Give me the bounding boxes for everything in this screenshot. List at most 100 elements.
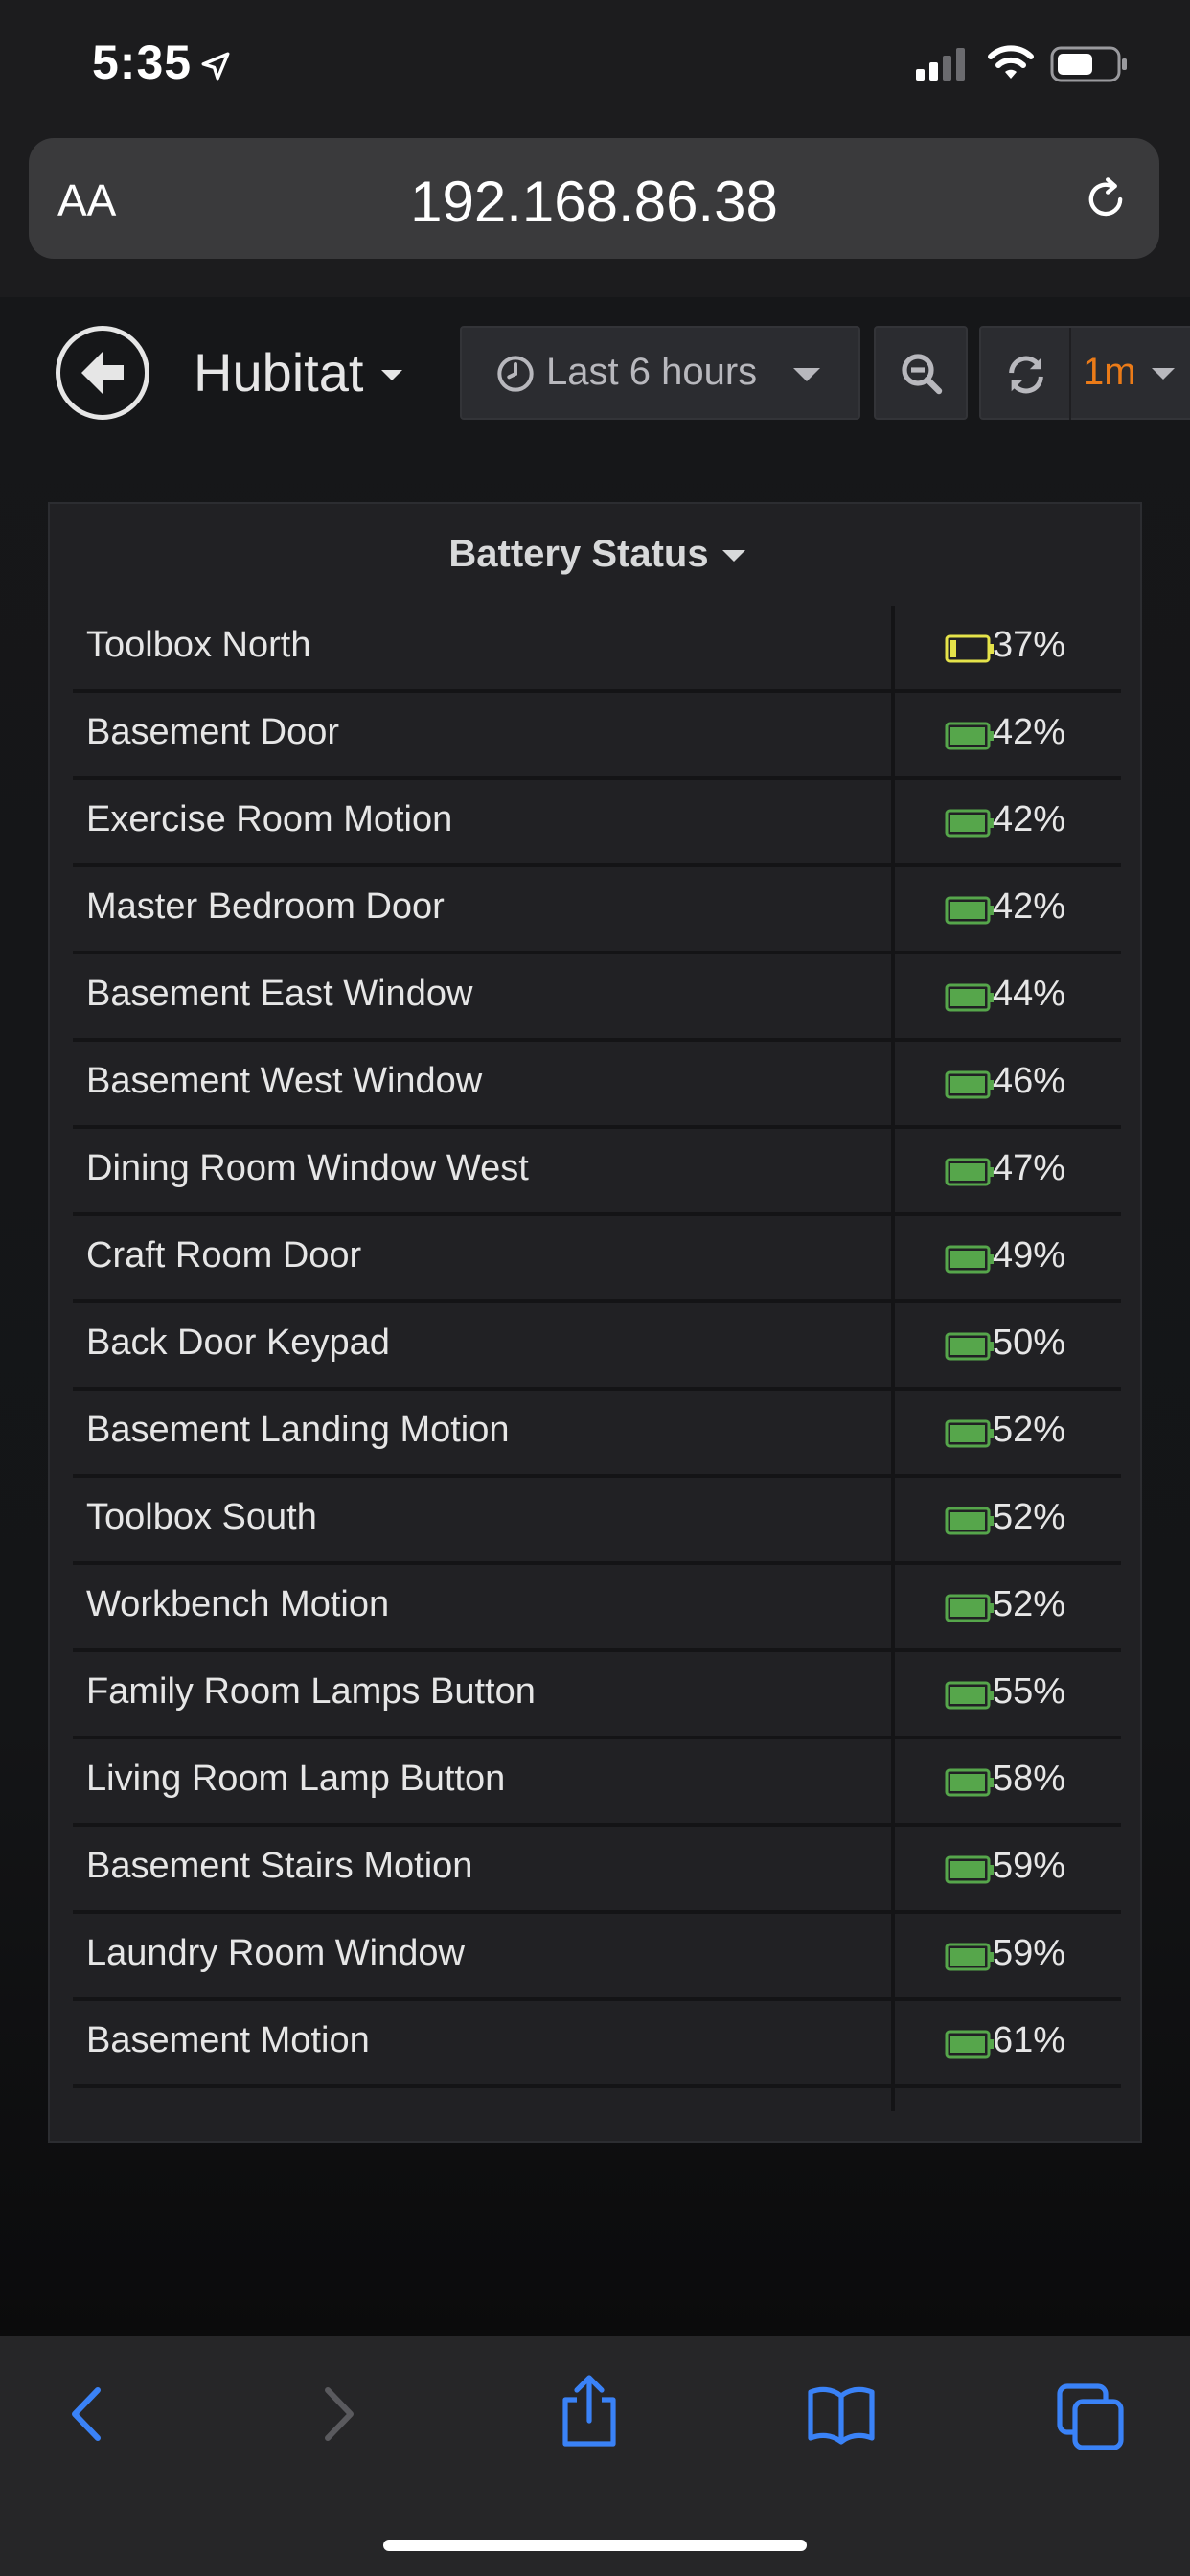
column-divider [891,1739,895,1823]
battery-icon [945,1855,994,1884]
browser-toolbar [0,2336,1190,2576]
clock-time: 5:35 [92,34,232,90]
chevron-down-icon[interactable] [1152,368,1175,380]
battery-icon [945,1594,994,1622]
battery-percent: 58% [993,1759,1066,1799]
battery-icon [945,896,994,925]
bookmarks-icon[interactable] [805,2382,878,2446]
column-divider [891,1129,895,1212]
arrow-left-icon [81,352,124,394]
device-name: Toolbox South [86,1497,317,1537]
battery-percent: 49% [993,1235,1066,1276]
device-name: Laundry Room Window [86,1933,465,1973]
device-battery-icon [1050,46,1127,82]
refresh-interval[interactable]: 1m [1083,351,1136,394]
table-row: Basement East Window 44% [73,954,1121,1042]
device-name: Workbench Motion [86,1584,390,1624]
battery-percent: 47% [993,1148,1066,1188]
url-text[interactable]: 192.168.86.38 [29,169,1159,235]
table-row: Basement Motion 61% [73,2001,1121,2088]
time-range-picker[interactable]: Last 6 hours [460,326,860,420]
table-row: Master Bedroom Door 42% [73,867,1121,954]
table-footer [73,2088,1121,2111]
device-name: Basement Stairs Motion [86,1846,473,1886]
table-row: Toolbox South 52% [73,1478,1121,1565]
address-bar[interactable]: AA 192.168.86.38 [29,138,1159,259]
battery-percent: 44% [993,974,1066,1014]
status-bar: 5:35 [0,0,1190,134]
chevron-down-icon [793,368,820,381]
clock-icon [497,356,534,392]
device-name: Basement East Window [86,974,473,1014]
dashboard-caret-icon[interactable] [381,370,402,380]
battery-icon [945,1332,994,1361]
zoom-out-icon [902,354,943,395]
device-name: Craft Room Door [86,1235,362,1276]
battery-status-panel: Battery Status Toolbox North 37% Basement … [48,502,1142,2143]
battery-icon [945,1506,994,1535]
device-name: Back Door Keypad [86,1322,390,1363]
table-row: Dining Room Window West 47% [73,1129,1121,1216]
battery-percent: 50% [993,1322,1066,1363]
battery-percent: 46% [993,1061,1066,1101]
battery-percent: 42% [993,712,1066,752]
column-divider [891,954,895,1038]
table-row: Craft Room Door 49% [73,1216,1121,1303]
panel-title[interactable]: Battery Status [50,533,1144,576]
refresh-control[interactable]: 1m [979,326,1190,420]
browser-address-area: AA 192.168.86.38 [0,134,1190,297]
forward-icon[interactable] [312,2382,362,2446]
device-name: Master Bedroom Door [86,886,445,927]
location-arrow-icon [201,52,230,80]
battery-low-icon [945,634,994,663]
column-divider [891,1391,895,1474]
table-row: Basement Landing Motion 52% [73,1391,1121,1478]
divider [1069,328,1071,420]
device-name: Living Room Lamp Button [86,1759,506,1799]
dashboard-area: Hubitat Last 6 hours 1m Battery Status T… [0,297,1190,2336]
battery-percent: 52% [993,1497,1066,1537]
battery-icon [945,1158,994,1186]
table-row: Workbench Motion 52% [73,1565,1121,1652]
battery-percent: 55% [993,1671,1066,1712]
table-row: Living Room Lamp Button 58% [73,1739,1121,1827]
battery-icon [945,2030,994,2058]
column-divider [891,1914,895,1997]
device-name: Exercise Room Motion [86,799,453,840]
column-divider [891,1652,895,1736]
table-row: Back Door Keypad 50% [73,1303,1121,1391]
chevron-down-icon[interactable] [721,550,745,563]
battery-percent: 42% [993,799,1066,840]
back-icon[interactable] [63,2382,113,2446]
device-name: Basement Landing Motion [86,1410,510,1450]
share-icon[interactable] [556,2373,623,2450]
dashboard-title[interactable]: Hubitat [194,341,363,403]
column-divider [891,1478,895,1561]
refresh-icon[interactable] [1004,353,1048,397]
back-to-dashboards-button[interactable] [56,326,149,420]
table-row: Basement West Window 46% [73,1042,1121,1129]
battery-table: Toolbox North 37% Basement Door 42% Exercise… [73,606,1121,2111]
reload-icon[interactable] [1081,174,1131,224]
wifi-icon [988,45,1034,79]
battery-icon [945,1070,994,1099]
cellular-signal-icon [916,48,965,80]
device-name: Toolbox North [86,625,311,665]
battery-icon [945,1681,994,1710]
battery-percent: 61% [993,2020,1066,2060]
battery-icon [945,722,994,750]
device-name: Basement Door [86,712,340,752]
battery-percent: 59% [993,1933,1066,1973]
battery-percent: 52% [993,1410,1066,1450]
tabs-icon[interactable] [1056,2382,1127,2453]
table-row: Basement Door 42% [73,693,1121,780]
column-divider [891,1827,895,1910]
column-divider [891,1303,895,1387]
column-divider [891,1216,895,1300]
zoom-out-button[interactable] [874,326,968,420]
battery-percent: 59% [993,1846,1066,1886]
table-row: Laundry Room Window 59% [73,1914,1121,2001]
column-divider [891,780,895,863]
table-row: Basement Stairs Motion 59% [73,1827,1121,1914]
device-name: Family Room Lamps Button [86,1671,536,1712]
